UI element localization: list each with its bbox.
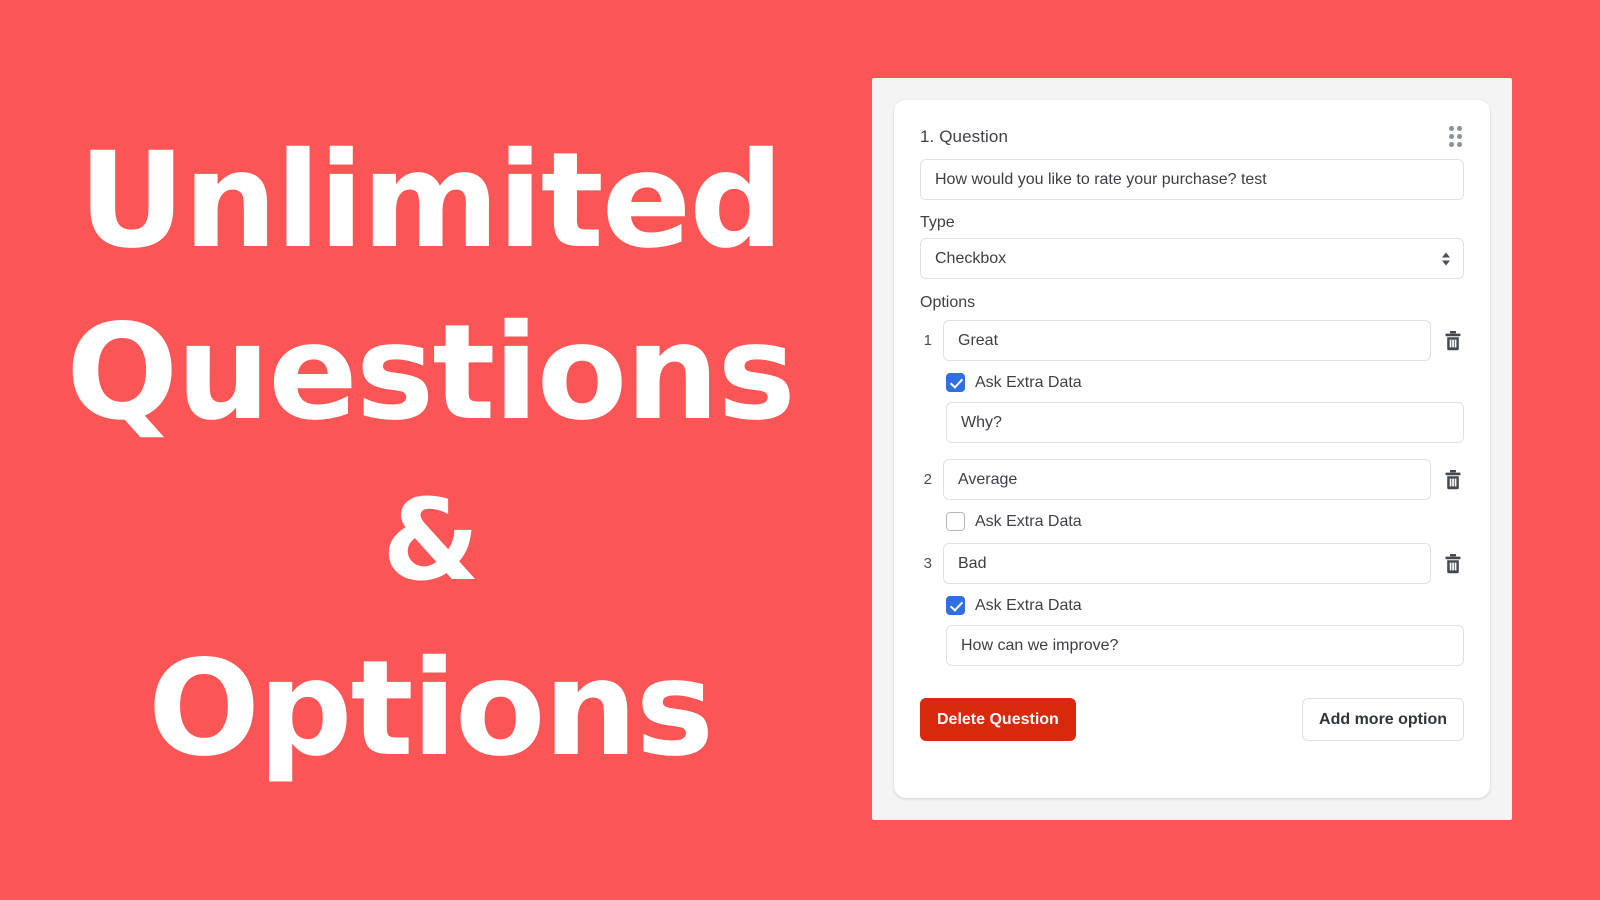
headline-line-1: Unlimited — [78, 124, 784, 279]
extra-question-input[interactable]: Why? — [946, 402, 1464, 443]
extra-input-wrapper: Why? — [946, 402, 1464, 443]
option-row: 2 Average — [920, 459, 1464, 500]
ask-extra-data-row: Ask Extra Data — [946, 373, 1464, 392]
option-row: 1 Great — [920, 320, 1464, 361]
type-label: Type — [920, 214, 955, 231]
ask-extra-data-label[interactable]: Ask Extra Data — [975, 513, 1082, 531]
option-row: 3 Bad — [920, 543, 1464, 584]
ask-extra-data-checkbox[interactable] — [946, 512, 965, 531]
ask-extra-data-row: Ask Extra Data — [946, 596, 1464, 615]
question-card: 1. Question How would you like to rate y… — [894, 100, 1490, 798]
ask-extra-data-label[interactable]: Ask Extra Data — [975, 597, 1082, 615]
type-select[interactable]: Checkbox — [920, 238, 1464, 279]
ask-extra-data-label[interactable]: Ask Extra Data — [975, 374, 1082, 392]
ask-extra-data-checkbox[interactable] — [946, 373, 965, 392]
question-text-input[interactable]: How would you like to rate your purchase… — [920, 159, 1464, 200]
headline-line-4: Options — [147, 631, 714, 786]
ask-extra-data-row: Ask Extra Data — [946, 512, 1464, 531]
ask-extra-data-checkbox[interactable] — [946, 596, 965, 615]
trash-icon[interactable] — [1442, 468, 1464, 492]
trash-icon[interactable] — [1442, 552, 1464, 576]
extra-question-input[interactable]: How can we improve? — [946, 625, 1464, 666]
card-footer: Delete Question Add more option — [920, 698, 1464, 741]
option-number: 2 — [923, 471, 932, 488]
trash-icon[interactable] — [1442, 329, 1464, 353]
option-block: 1 Great Ask Extra Data Why? — [920, 320, 1464, 457]
option-block: 2 Average Ask Extra Data — [920, 459, 1464, 541]
option-input[interactable]: Bad — [943, 543, 1431, 584]
screenshot-root: Unlimited Questions & Options 1. Questio… — [0, 0, 1600, 900]
drag-dots-icon[interactable] — [1447, 124, 1464, 149]
option-input[interactable]: Average — [943, 459, 1431, 500]
add-more-option-button[interactable]: Add more option — [1302, 698, 1464, 741]
delete-question-button[interactable]: Delete Question — [920, 698, 1076, 741]
headline-line-2: Questions — [66, 296, 796, 451]
headline-line-3: & — [382, 475, 480, 606]
question-header: 1. Question — [920, 124, 1464, 149]
options-label: Options — [920, 294, 976, 311]
option-block: 3 Bad Ask Extra Data How can we improve? — [920, 543, 1464, 680]
option-input[interactable]: Great — [943, 320, 1431, 361]
question-heading: 1. Question — [920, 126, 1009, 146]
question-editor-panel: 1. Question How would you like to rate y… — [872, 78, 1512, 820]
option-number: 1 — [923, 332, 932, 349]
option-number: 3 — [923, 555, 932, 572]
promo-headline: Unlimited Questions & Options — [0, 60, 860, 850]
type-select-wrapper: Checkbox — [920, 238, 1464, 279]
extra-input-wrapper: How can we improve? — [946, 625, 1464, 666]
